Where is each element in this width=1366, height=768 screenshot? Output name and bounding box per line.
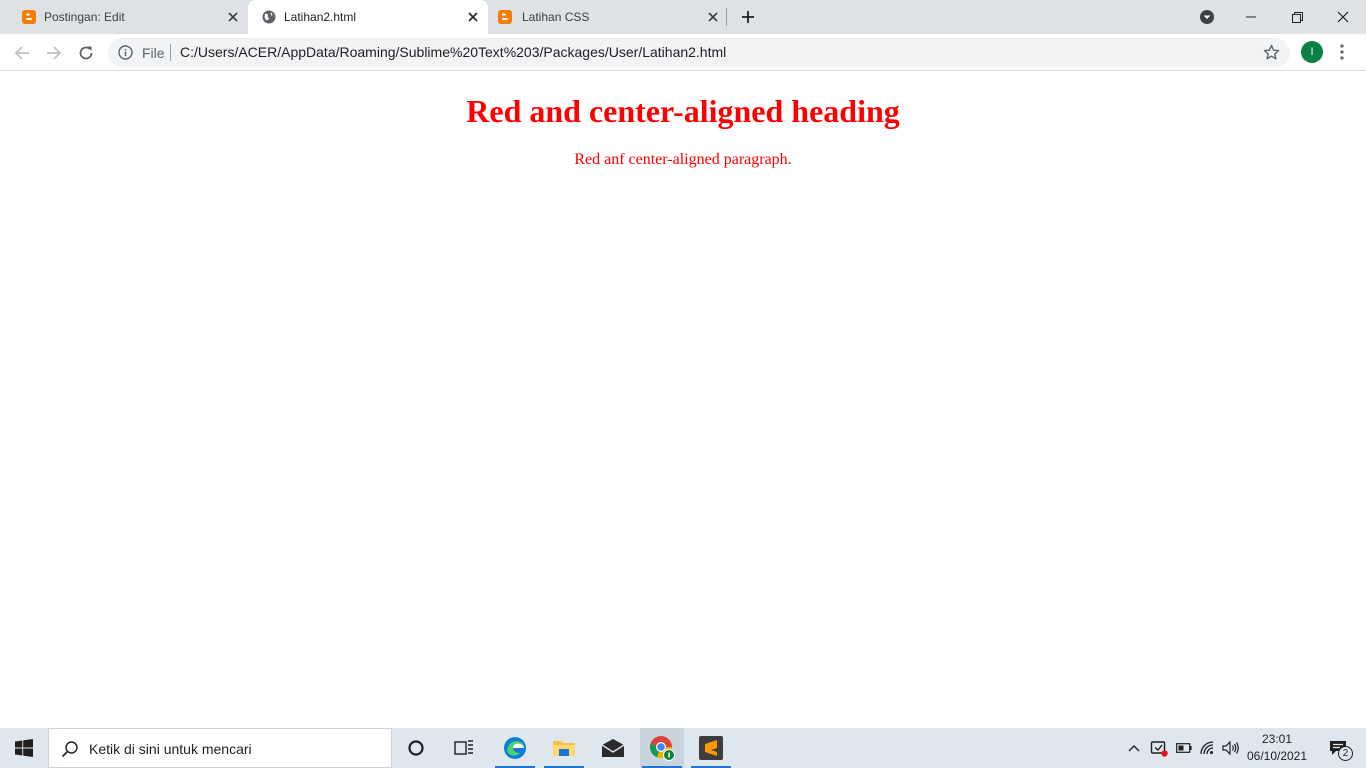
restore-icon <box>1291 11 1303 23</box>
close-icon <box>1337 11 1349 23</box>
scheme-label: File <box>142 45 165 61</box>
tray-wifi[interactable] <box>1198 728 1218 768</box>
minimize-button[interactable] <box>1228 0 1274 34</box>
file-explorer-icon <box>553 741 575 756</box>
tab-title: Latihan2.html <box>284 10 357 24</box>
edge-icon <box>504 737 526 759</box>
tray-overflow-button[interactable] <box>1126 728 1142 768</box>
action-center-button[interactable]: 2 <box>1318 728 1358 768</box>
task-view-button[interactable] <box>442 728 486 768</box>
tab-search-icon[interactable] <box>1198 8 1216 26</box>
search-icon <box>61 741 78 758</box>
star-icon[interactable] <box>1263 44 1280 61</box>
volume-icon <box>1222 741 1239 755</box>
tray-volume[interactable] <box>1220 728 1242 768</box>
close-window-button[interactable] <box>1320 0 1366 34</box>
battery-icon <box>1176 743 1192 753</box>
taskbar-chrome[interactable] <box>640 728 684 768</box>
page-heading: Red and center-aligned heading <box>466 93 900 129</box>
chrome-icon <box>650 736 675 761</box>
address-divider <box>170 44 171 61</box>
reload-button[interactable] <box>74 41 98 65</box>
tab-close-icon[interactable] <box>224 8 242 26</box>
taskbar-clock[interactable]: 23:01 06/10/2021 <box>1244 731 1310 765</box>
back-button[interactable] <box>10 41 34 65</box>
address-bar[interactable]: File C:/Users/ACER/AppData/Roaming/Subli… <box>108 38 1290 67</box>
cortana-icon <box>408 740 424 756</box>
tab-postingan-edit[interactable]: Postingan: Edit <box>8 0 248 34</box>
sublime-text-icon <box>699 736 723 760</box>
task-view-icon <box>454 740 473 755</box>
cortana-button[interactable] <box>394 728 438 768</box>
taskbar-file-explorer[interactable] <box>542 728 586 768</box>
globe-icon <box>262 10 276 24</box>
url-text[interactable]: C:/Users/ACER/AppData/Roaming/Sublime%20… <box>180 44 726 60</box>
defender-icon <box>1150 741 1168 757</box>
search-placeholder: Ketik di sini untuk mencari <box>89 741 252 757</box>
browser-tabstrip: Postingan: Edit Latihan2.html Latihan CS… <box>0 0 1366 34</box>
clock-date: 06/10/2021 <box>1246 749 1308 763</box>
taskbar-mail[interactable] <box>591 728 635 768</box>
clock-time: 23:01 <box>1261 732 1293 746</box>
tray-battery[interactable] <box>1174 728 1194 768</box>
tab-latihan-css[interactable]: Latihan CSS <box>488 0 728 34</box>
start-button[interactable] <box>0 728 48 768</box>
tab-title: Latihan CSS <box>522 10 590 24</box>
browser-toolbar: File C:/Users/ACER/AppData/Roaming/Subli… <box>0 34 1366 71</box>
taskbar-search-box[interactable]: Ketik di sini untuk mencari <box>48 728 392 768</box>
blogger-icon <box>498 10 512 24</box>
wifi-icon <box>1200 741 1214 755</box>
reload-icon <box>79 46 93 60</box>
page-viewport: Red and center-aligned heading Red anf c… <box>0 71 1366 728</box>
chevron-up-icon <box>1128 745 1140 752</box>
tab-close-icon[interactable] <box>464 8 482 26</box>
kebab-menu-icon <box>1340 44 1344 60</box>
tab-latihan2-html[interactable]: Latihan2.html <box>248 0 488 34</box>
profile-avatar[interactable]: I <box>1301 41 1323 63</box>
windows-taskbar: Ketik di sini untuk mencari 23:01 06/10/… <box>0 728 1366 768</box>
taskbar-edge[interactable] <box>493 728 537 768</box>
mail-icon <box>601 739 625 757</box>
tab-close-icon[interactable] <box>704 8 722 26</box>
browser-menu-button[interactable] <box>1334 41 1350 63</box>
plus-icon <box>742 11 754 23</box>
tab-divider <box>726 8 727 26</box>
forward-button[interactable] <box>42 41 66 65</box>
restore-button[interactable] <box>1274 0 1320 34</box>
notification-badge: 2 <box>1338 746 1353 761</box>
info-icon[interactable] <box>118 45 133 60</box>
tab-title: Postingan: Edit <box>44 10 125 24</box>
arrow-right-icon <box>47 46 62 60</box>
arrow-left-icon <box>14 46 29 60</box>
new-tab-button[interactable] <box>737 6 759 28</box>
taskbar-sublime-text[interactable] <box>689 728 733 768</box>
blogger-icon <box>22 10 36 24</box>
minimize-icon <box>1246 16 1256 18</box>
windows-logo-icon <box>15 739 33 757</box>
tray-defender[interactable] <box>1148 728 1170 768</box>
page-paragraph: Red anf center-aligned paragraph. <box>574 151 792 168</box>
